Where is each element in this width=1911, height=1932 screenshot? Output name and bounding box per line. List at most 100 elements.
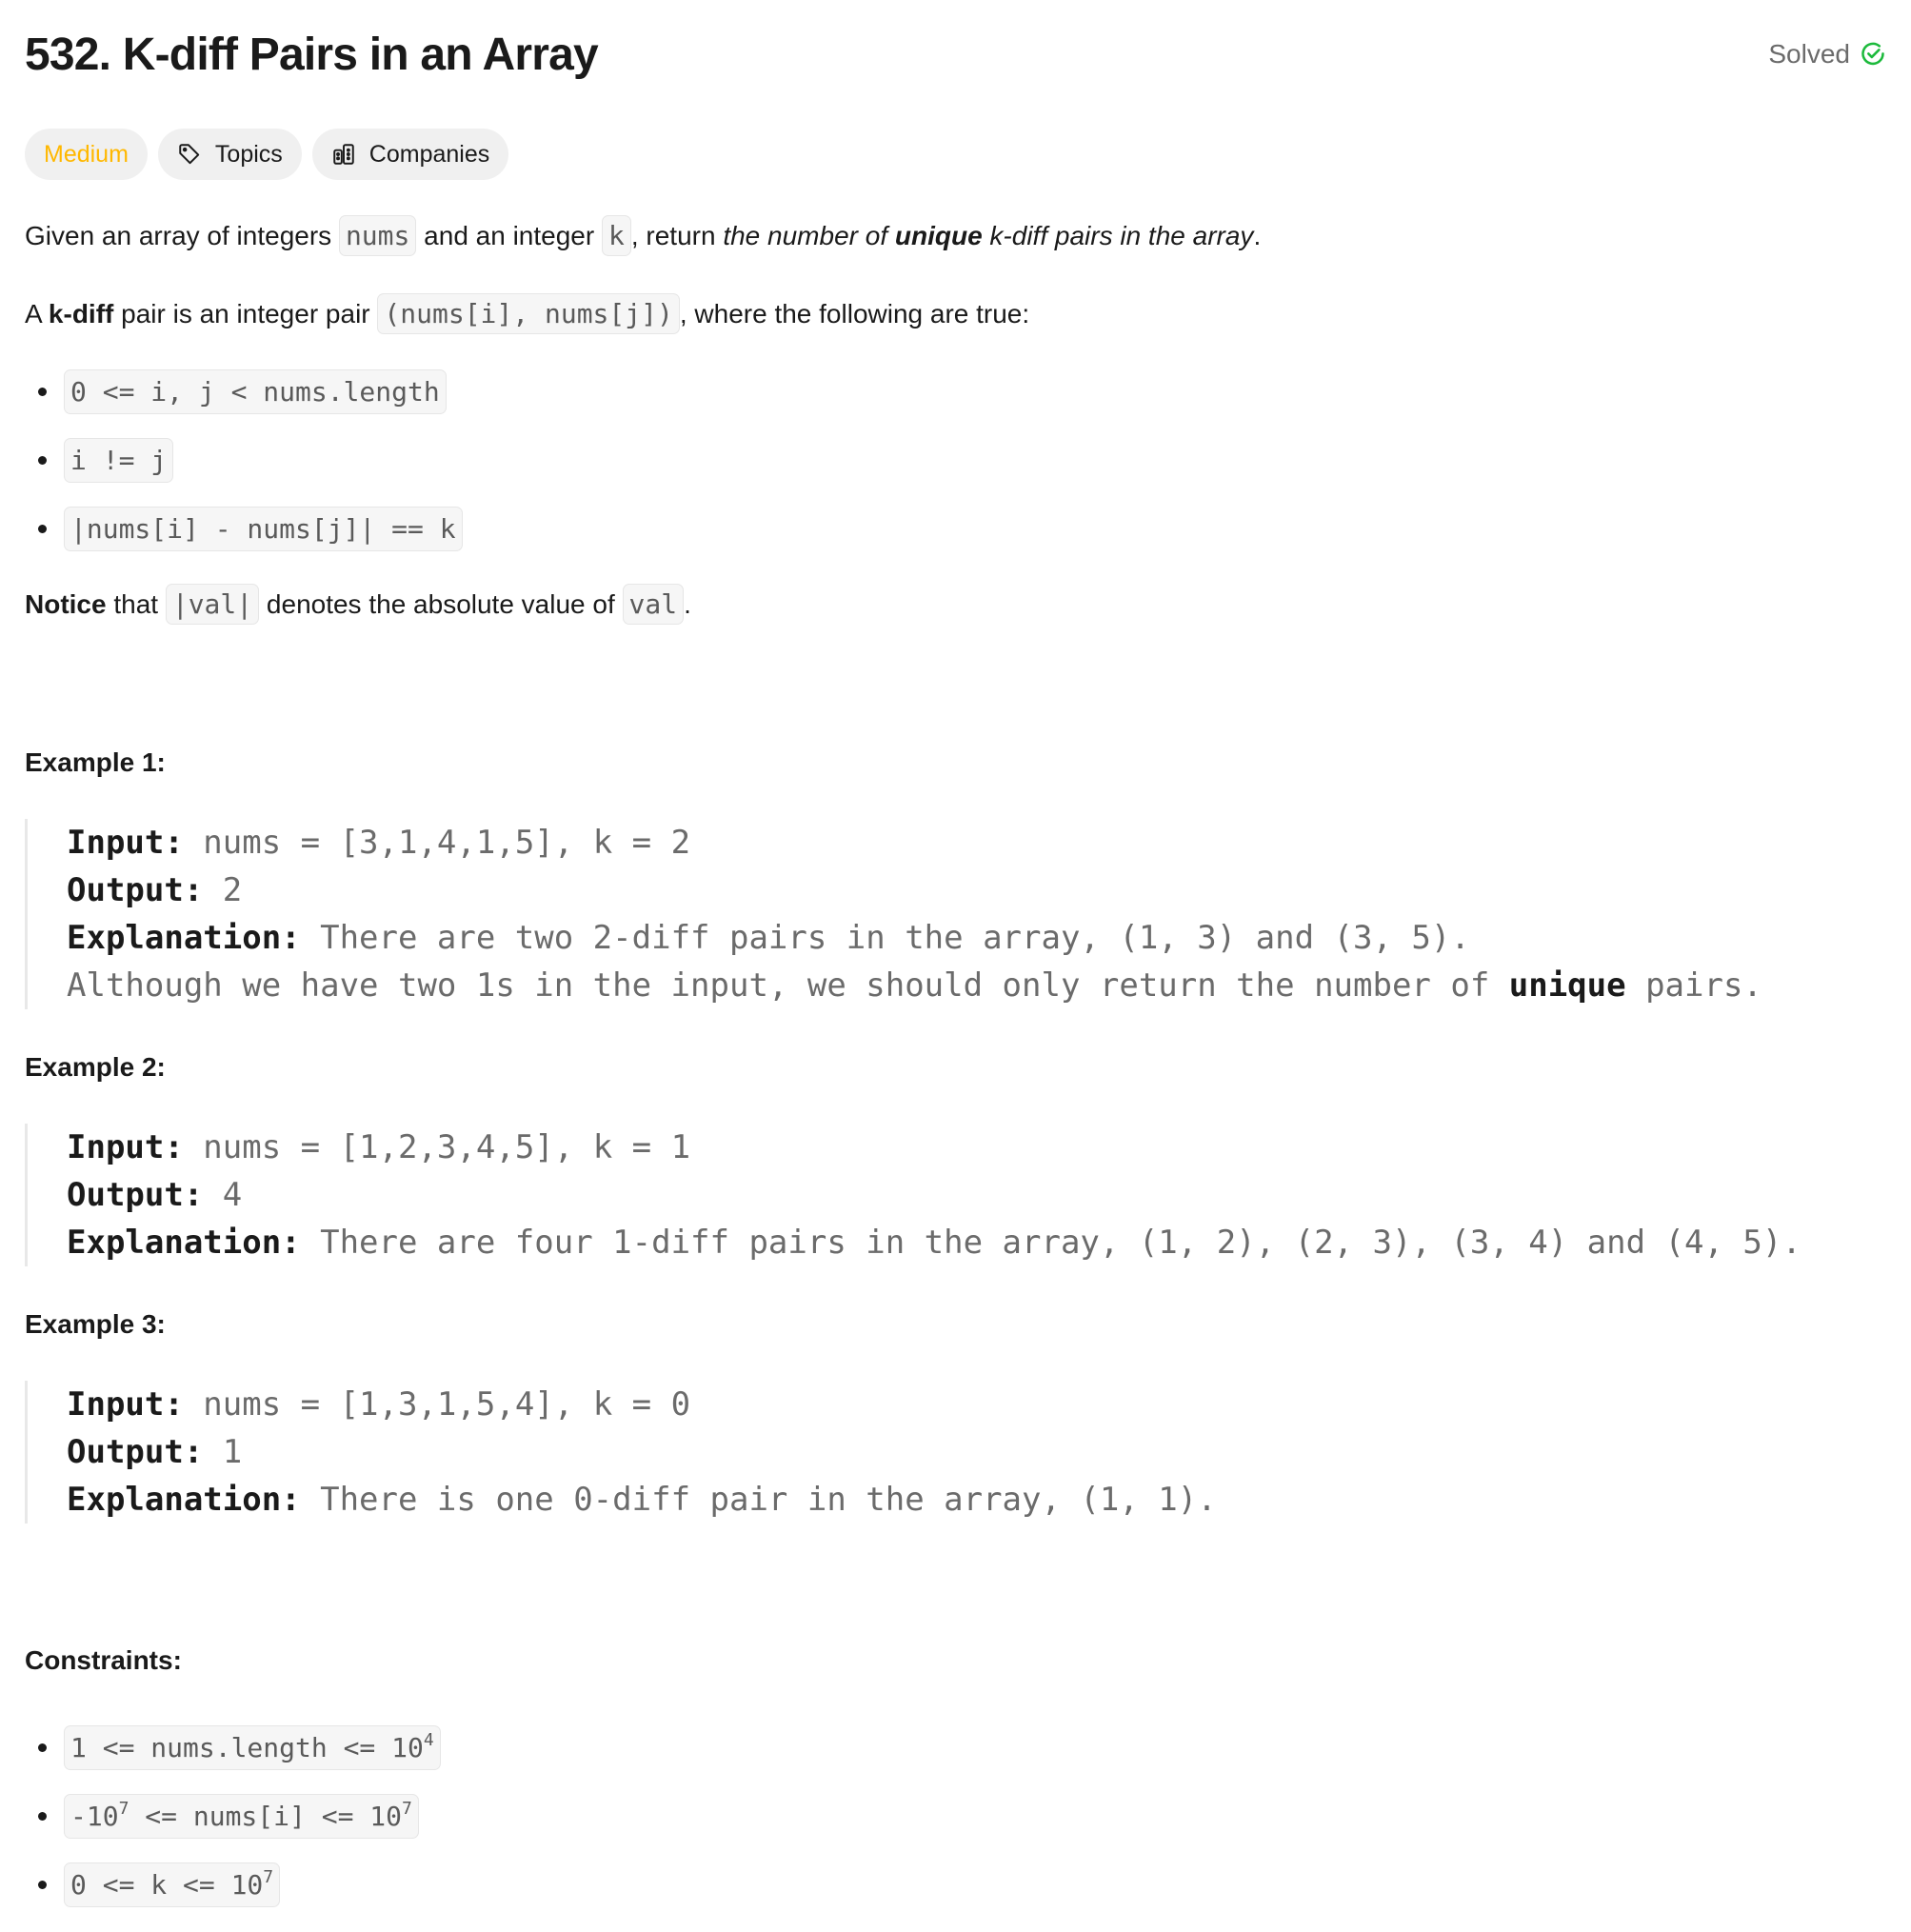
explanation-label: Explanation: [67, 919, 301, 957]
output-value: 1 [203, 1433, 243, 1471]
difficulty-label: Medium [44, 140, 129, 168]
tag-icon [179, 144, 200, 165]
exponent: 7 [402, 1798, 412, 1819]
constraints-heading: Constraints: [25, 1645, 182, 1675]
solved-label: Solved [1768, 39, 1850, 69]
condition-code: |nums[i] - nums[j]| == k [64, 506, 463, 551]
constraint-item: 1 <= nums.length <= 104 [25, 1723, 441, 1771]
example-input-line: Input: nums = [3,1,4,1,5], k = 2 [67, 819, 1762, 866]
text: . [684, 589, 691, 619]
bullet [38, 387, 47, 396]
condition-item: i != j [25, 436, 174, 484]
example-block: Input: nums = [3,1,4,1,5], k = 2 Output: … [25, 819, 1762, 1009]
constraint-text: 1 <= nums.length <= 10 [70, 1731, 424, 1763]
condition-code: 0 <= i, j < nums.length [64, 368, 447, 414]
inline-code: (nums[i], nums[j]) [377, 293, 680, 334]
bold-text: k-diff [48, 299, 114, 329]
description-paragraph: Given an array of integers nums and an i… [25, 215, 1262, 256]
example-explanation-line: Explanation: There are four 1-diff pairs… [67, 1219, 1802, 1266]
example-output-line: Output: 4 [67, 1171, 1802, 1219]
constraint-code: 1 <= nums.length <= 104 [64, 1724, 441, 1770]
definition-paragraph: A k-diff pair is an integer pair (nums[i… [25, 293, 1030, 334]
output-label: Output: [67, 871, 204, 909]
exponent: 7 [118, 1798, 129, 1819]
notice-paragraph: Notice that |val| denotes the absolute v… [25, 584, 691, 625]
output-label: Output: [67, 1176, 204, 1214]
italic-text: the number of [723, 221, 895, 250]
explanation-text: Although we have two 1s in the input, we… [67, 966, 1509, 1005]
text: that [106, 589, 166, 619]
solved-status: Solved [1768, 38, 1886, 70]
example-extra-line: Although we have two 1s in the input, we… [67, 962, 1762, 1009]
explanation-text: There are two 2-diff pairs in the array,… [300, 919, 1470, 957]
explanation-text: pairs. [1625, 966, 1762, 1005]
difficulty-badge[interactable]: Medium [25, 129, 148, 180]
text: pair is an integer pair [113, 299, 378, 329]
example-heading: Example 3: [25, 1309, 166, 1339]
italic-text: k-diff pairs in the array [982, 221, 1254, 250]
title-row: 532. K-diff Pairs in an Array Solved [25, 25, 1886, 86]
exponent: 7 [263, 1866, 274, 1887]
companies-button[interactable]: Companies [311, 129, 509, 180]
example-block: Input: nums = [1,3,1,5,4], k = 0 Output: … [25, 1381, 1217, 1524]
explanation-label: Explanation: [67, 1481, 301, 1519]
bullet [38, 524, 47, 533]
inline-code: val [622, 584, 685, 625]
topics-label: Topics [214, 140, 283, 168]
example-output-line: Output: 1 [67, 1428, 1217, 1476]
topics-button[interactable]: Topics [157, 129, 302, 180]
output-label: Output: [67, 1433, 204, 1471]
bullet [38, 455, 47, 465]
example-input-line: Input: nums = [1,2,3,4,5], k = 1 [67, 1124, 1802, 1171]
input-label: Input: [67, 1128, 184, 1166]
condition-item: 0 <= i, j < nums.length [25, 368, 447, 415]
bullet [38, 1743, 47, 1752]
input-value: nums = [1,2,3,4,5], k = 1 [183, 1128, 691, 1166]
input-value: nums = [1,3,1,5,4], k = 0 [183, 1385, 691, 1424]
constraint-item: 0 <= k <= 107 [25, 1861, 281, 1908]
input-value: nums = [3,1,4,1,5], k = 2 [183, 824, 691, 862]
text: Given an array of integers [25, 221, 339, 250]
bold-italic-text: unique [894, 221, 983, 250]
building-icon [333, 144, 354, 165]
constraint-text: 0 <= k <= 10 [70, 1868, 264, 1901]
input-label: Input: [67, 824, 184, 862]
example-explanation-line: Explanation: There are two 2-diff pairs … [67, 914, 1762, 962]
input-label: Input: [67, 1385, 184, 1424]
text: A [25, 299, 49, 329]
explanation-label: Explanation: [67, 1224, 301, 1262]
example-explanation-line: Explanation: There is one 0-diff pair in… [67, 1476, 1217, 1524]
example-input-line: Input: nums = [1,3,1,5,4], k = 0 [67, 1381, 1217, 1428]
condition-item: |nums[i] - nums[j]| == k [25, 505, 463, 552]
constraint-text: -10 [70, 1800, 119, 1832]
example-output-line: Output: 2 [67, 866, 1762, 914]
constraint-text: <= nums[i] <= 10 [129, 1800, 402, 1832]
tag-pills: Medium Topics Companies [25, 129, 509, 180]
example-heading: Example 2: [25, 1052, 166, 1082]
bullet [38, 1811, 47, 1821]
check-circle-icon [1861, 42, 1884, 66]
text: . [1253, 221, 1262, 250]
explanation-text: There is one 0-diff pair in the array, (… [300, 1481, 1217, 1519]
bullet [38, 1880, 47, 1889]
bold-text: unique [1508, 966, 1626, 1005]
text: denotes the absolute value of [259, 589, 623, 619]
constraint-code: -107 <= nums[i] <= 107 [64, 1793, 419, 1839]
inline-code: nums [338, 215, 417, 256]
text: and an integer [416, 221, 602, 250]
example-block: Input: nums = [1,2,3,4,5], k = 1 Output: … [25, 1124, 1802, 1266]
text: , where the following are true: [679, 299, 1030, 329]
exponent: 4 [423, 1729, 434, 1750]
explanation-text: There are four 1-diff pairs in the array… [300, 1224, 1802, 1262]
text: , return [630, 221, 724, 250]
inline-code: |val| [165, 584, 260, 625]
constraint-item: -107 <= nums[i] <= 107 [25, 1792, 419, 1840]
output-value: 4 [203, 1176, 243, 1214]
bold-text: Notice [25, 589, 107, 619]
inline-code: k [601, 215, 631, 256]
companies-label: Companies [368, 140, 490, 168]
condition-code: i != j [64, 437, 174, 483]
constraint-code: 0 <= k <= 107 [64, 1862, 281, 1907]
output-value: 2 [203, 871, 243, 909]
problem-title: 532. K-diff Pairs in an Array [25, 30, 599, 80]
